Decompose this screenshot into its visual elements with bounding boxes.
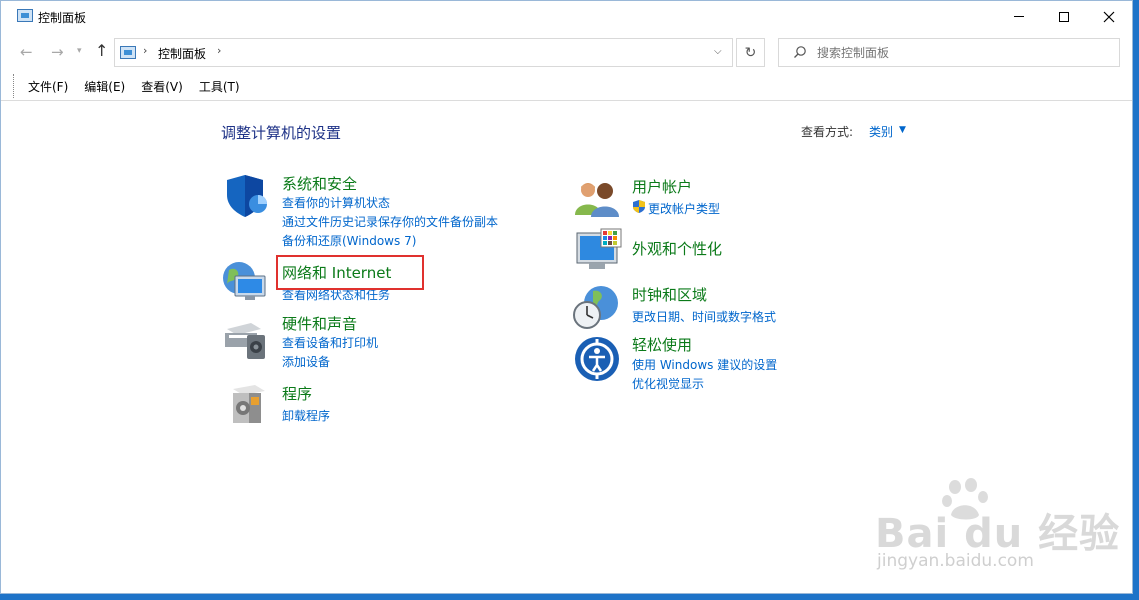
- menu-view[interactable]: 查看(V): [141, 78, 183, 95]
- chevron-down-icon[interactable]: ▼: [899, 125, 906, 135]
- category-ease-of-access[interactable]: 轻松使用: [632, 334, 692, 355]
- highlight-box: [276, 255, 424, 290]
- divider: [1, 100, 1132, 101]
- search-input[interactable]: [817, 44, 1107, 62]
- view-by-dropdown[interactable]: 类别: [869, 123, 893, 140]
- category-appearance-and-personalization[interactable]: 外观和个性化: [632, 238, 722, 259]
- link-backup-restore[interactable]: 备份和还原(Windows 7): [282, 232, 416, 249]
- search-box[interactable]: [778, 38, 1120, 67]
- control-panel-icon: [120, 46, 136, 59]
- link-change-account-type[interactable]: 更改帐户类型: [648, 200, 720, 217]
- programs-box-icon[interactable]: [227, 381, 269, 427]
- security-shield-icon[interactable]: [223, 173, 271, 219]
- link-uninstall-program[interactable]: 卸载程序: [282, 407, 330, 424]
- category-hardware-and-sound[interactable]: 硬件和声音: [282, 313, 357, 334]
- chevron-down-icon[interactable]: ⌵: [714, 46, 722, 57]
- link-optimize-visual-display[interactable]: 优化视觉显示: [632, 375, 704, 392]
- link-change-date-time-format[interactable]: 更改日期、时间或数字格式: [632, 308, 776, 325]
- category-programs[interactable]: 程序: [282, 383, 312, 404]
- network-globe-icon[interactable]: [221, 258, 271, 304]
- category-clock-and-region[interactable]: 时钟和区域: [632, 284, 707, 305]
- navigation-bar: ← → ▾ ↑ › 控制面板 › ⌵ ↻: [1, 37, 1132, 69]
- link-file-history-backup[interactable]: 通过文件历史记录保存你的文件备份副本: [282, 213, 498, 230]
- uac-shield-icon: [633, 200, 645, 213]
- breadcrumb-separator[interactable]: ›: [143, 44, 147, 57]
- refresh-button[interactable]: ↻: [736, 38, 765, 67]
- maximize-button[interactable]: [1041, 1, 1087, 32]
- close-button[interactable]: [1086, 1, 1132, 32]
- user-accounts-icon[interactable]: [573, 179, 623, 219]
- link-devices-printers[interactable]: 查看设备和打印机: [282, 334, 378, 351]
- forward-button[interactable]: →: [51, 43, 64, 61]
- maximize-icon: [1059, 11, 1069, 22]
- breadcrumb-separator[interactable]: ›: [217, 44, 221, 57]
- minimize-button[interactable]: [996, 1, 1042, 32]
- link-add-device[interactable]: 添加设备: [282, 353, 330, 370]
- page-title: 调整计算机的设置: [221, 124, 342, 142]
- ease-of-access-icon[interactable]: [573, 335, 621, 383]
- breadcrumb-control-panel[interactable]: 控制面板: [158, 45, 206, 62]
- minimize-icon: [1014, 16, 1024, 17]
- watermark-url: jingyan.baidu.com: [877, 551, 1034, 571]
- up-button[interactable]: ↑: [95, 41, 108, 60]
- menu-bar: 文件(F) 编辑(E) 查看(V) 工具(T): [13, 74, 256, 98]
- link-windows-recommended-settings[interactable]: 使用 Windows 建议的设置: [632, 356, 777, 373]
- control-panel-window: 控制面板 ← → ▾ ↑ › 控制面板 › ⌵ ↻ 文件(F) 编辑(E) 查看…: [0, 0, 1133, 594]
- address-bar[interactable]: › 控制面板 › ⌵: [114, 38, 733, 67]
- title-bar[interactable]: 控制面板: [1, 1, 1132, 32]
- close-icon: [1103, 11, 1115, 22]
- printer-speaker-icon[interactable]: [221, 311, 271, 361]
- appearance-monitor-icon[interactable]: [575, 227, 623, 275]
- window-title: 控制面板: [38, 11, 87, 25]
- refresh-icon: ↻: [744, 44, 757, 61]
- back-button[interactable]: ←: [20, 43, 33, 61]
- control-panel-icon: [17, 9, 33, 22]
- clock-globe-icon[interactable]: [571, 283, 621, 331]
- menu-edit[interactable]: 编辑(E): [84, 78, 125, 95]
- menu-file[interactable]: 文件(F): [28, 78, 68, 95]
- menu-tools[interactable]: 工具(T): [199, 78, 240, 95]
- category-system-and-security[interactable]: 系统和安全: [282, 173, 357, 194]
- link-view-computer-status[interactable]: 查看你的计算机状态: [282, 194, 390, 211]
- category-user-accounts[interactable]: 用户帐户: [632, 176, 692, 197]
- view-by-label: 查看方式:: [801, 125, 854, 139]
- search-icon: [794, 46, 806, 58]
- recent-locations-chevron-icon[interactable]: ▾: [77, 46, 82, 56]
